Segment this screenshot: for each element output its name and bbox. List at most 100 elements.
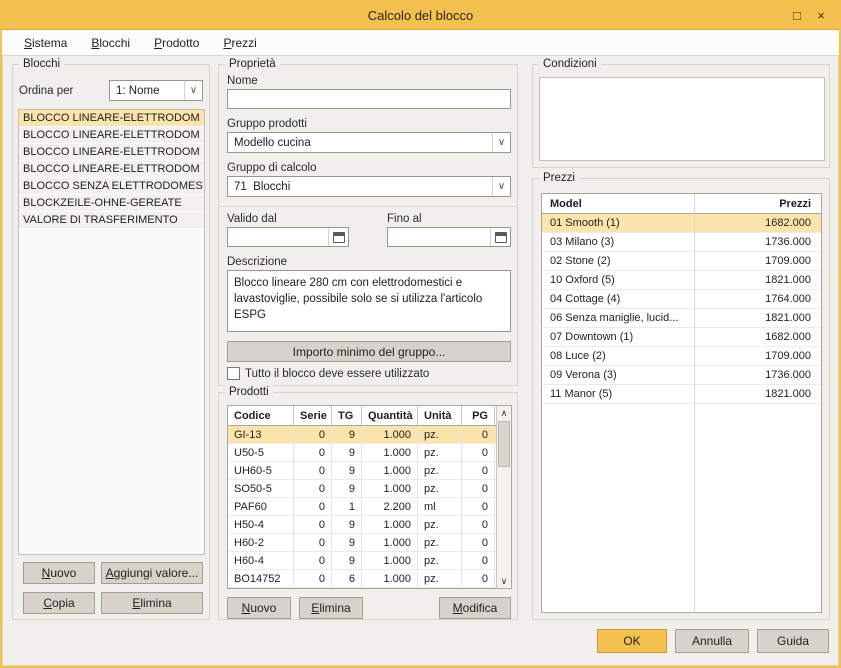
- chevron-down-icon: ∨: [492, 177, 510, 196]
- products-table: CodiceSerieTGQuantitàUnitàPG GI-13091.00…: [227, 405, 512, 589]
- delete-block-button[interactable]: Elimina: [101, 592, 203, 614]
- cancel-button[interactable]: Annulla: [675, 629, 749, 653]
- block-list-item[interactable]: BLOCKZEILE-OHNE-GEREATE: [19, 195, 204, 212]
- use-whole-block-label: Tutto il blocco deve essere utilizzato: [245, 368, 429, 380]
- products-column-header: Serie: [294, 406, 332, 425]
- order-by-value: 1: Nome: [110, 85, 184, 97]
- products-table-row[interactable]: H60-4091.000pz.0: [228, 552, 511, 570]
- description-label: Descrizione: [227, 256, 287, 268]
- copy-block-button[interactable]: Copia: [23, 592, 95, 614]
- valid-to-date-picker-button[interactable]: [490, 228, 510, 246]
- calc-group-label: Gruppo di calcolo: [227, 162, 317, 174]
- prices-table: ModelPrezzi 01 Smooth (1)1682.00003 Mila…: [541, 193, 822, 613]
- prices-table-row[interactable]: 09 Verona (3)1736.000: [542, 366, 821, 385]
- description-textarea[interactable]: Blocco lineare 280 cm con elettrodomesti…: [227, 270, 511, 332]
- blocks-list[interactable]: BLOCCO LINEARE-ELETTRODOMBLOCCO LINEARE-…: [18, 109, 205, 555]
- conditions-content[interactable]: [539, 77, 825, 161]
- block-list-item[interactable]: BLOCCO SENZA ELETTRODOMES: [19, 178, 204, 195]
- calc-group-select[interactable]: 71 Blocchi ∨: [227, 176, 511, 197]
- block-list-item[interactable]: VALORE DI TRASFERIMENTO: [19, 212, 204, 229]
- prices-table-header: ModelPrezzi: [542, 194, 821, 214]
- product-group-label: Gruppo prodotti: [227, 118, 307, 130]
- name-input[interactable]: [227, 89, 511, 109]
- product-group-value: Modello cucina: [228, 137, 492, 149]
- valid-from-date-picker-button[interactable]: [328, 228, 348, 246]
- products-column-header: Unità: [418, 406, 462, 425]
- valid-to-input[interactable]: [387, 227, 511, 247]
- products-table-row[interactable]: U50-5091.000pz.0: [228, 444, 511, 462]
- menu-item-label: Prezzi: [223, 36, 256, 50]
- properties-panel-title: Proprietà: [225, 57, 280, 71]
- window-title: Calcolo del blocco: [368, 8, 474, 23]
- prices-table-row[interactable]: 01 Smooth (1)1682.000: [542, 214, 821, 233]
- window-controls: □ ×: [785, 2, 833, 29]
- products-table-header: CodiceSerieTGQuantitàUnitàPG: [228, 406, 511, 426]
- menu-item-label: Blocchi: [91, 36, 130, 50]
- product-group-select[interactable]: Modello cucina ∨: [227, 132, 511, 153]
- valid-from-label: Valido dal: [227, 213, 277, 225]
- separator: [219, 206, 517, 207]
- dialog-window: Calcolo del blocco □ × Sistema Blocchi Pro…: [0, 0, 841, 668]
- menu-item-prodotto[interactable]: Prodotto: [142, 32, 211, 54]
- delete-product-button[interactable]: Elimina: [299, 597, 363, 619]
- conditions-panel-title: Condizioni: [539, 57, 601, 71]
- chevron-down-icon: ∨: [184, 81, 202, 100]
- new-product-button[interactable]: Nuovo: [227, 597, 291, 619]
- order-by-label: Ordina per: [19, 85, 73, 97]
- add-value-button[interactable]: Aggiungi valore...: [101, 562, 203, 584]
- order-by-select[interactable]: 1: Nome ∨: [109, 80, 203, 101]
- products-column-header: Quantità: [362, 406, 418, 425]
- close-icon[interactable]: ×: [809, 5, 833, 27]
- prices-panel-title: Prezzi: [539, 171, 579, 185]
- calc-group-value: 71 Blocchi: [228, 181, 492, 193]
- scrollbar-thumb[interactable]: [498, 421, 510, 467]
- products-scrollbar[interactable]: ∧ ∨: [496, 406, 511, 588]
- name-label: Nome: [227, 75, 258, 87]
- products-table-row[interactable]: H50-4091.000pz.0: [228, 516, 511, 534]
- scroll-up-icon[interactable]: ∧: [497, 406, 511, 420]
- block-list-item[interactable]: BLOCCO LINEARE-ELETTRODOM: [19, 110, 204, 127]
- prices-table-row[interactable]: 03 Milano (3)1736.000: [542, 233, 821, 252]
- menu-item-prezzi[interactable]: Prezzi: [211, 32, 268, 54]
- products-table-row[interactable]: UH60-5091.000pz.0: [228, 462, 511, 480]
- calendar-icon: [495, 232, 507, 243]
- prices-table-row[interactable]: 02 Stone (2)1709.000: [542, 252, 821, 271]
- products-table-row[interactable]: GI-13091.000pz.0: [228, 426, 511, 444]
- scrollbar-track[interactable]: [497, 420, 511, 574]
- products-table-row[interactable]: PAF60012.200ml0: [228, 498, 511, 516]
- prices-table-row[interactable]: 10 Oxford (5)1821.000: [542, 271, 821, 290]
- block-list-item[interactable]: BLOCCO LINEARE-ELETTRODOM: [19, 161, 204, 178]
- products-table-row[interactable]: H60-2091.000pz.0: [228, 534, 511, 552]
- minimum-group-amount-button[interactable]: Importo minimo del gruppo...: [227, 341, 511, 362]
- block-list-item[interactable]: BLOCCO LINEARE-ELETTRODOM: [19, 144, 204, 161]
- prices-table-row[interactable]: 08 Luce (2)1709.000: [542, 347, 821, 366]
- products-table-row[interactable]: SO50-5091.000pz.0: [228, 480, 511, 498]
- maximize-icon[interactable]: □: [785, 5, 809, 27]
- new-block-button[interactable]: Nuovo: [23, 562, 95, 584]
- prices-table-row[interactable]: 04 Cottage (4)1764.000: [542, 290, 821, 309]
- products-column-header: PG: [462, 406, 495, 425]
- menu-item-sistema[interactable]: Sistema: [12, 32, 79, 54]
- prices-table-row[interactable]: 11 Manor (5)1821.000: [542, 385, 821, 404]
- chevron-down-icon: ∨: [492, 133, 510, 152]
- products-column-header: Codice: [228, 406, 294, 425]
- block-list-item[interactable]: BLOCCO LINEARE-ELETTRODOM: [19, 127, 204, 144]
- prices-panel: Prezzi ModelPrezzi 01 Smooth (1)1682.000…: [532, 178, 830, 620]
- scroll-down-icon[interactable]: ∨: [497, 574, 511, 588]
- blocks-panel-title: Blocchi: [19, 57, 64, 71]
- titlebar[interactable]: Calcolo del blocco □ ×: [2, 2, 839, 30]
- prices-table-row[interactable]: 07 Downtown (1)1682.000: [542, 328, 821, 347]
- prices-table-row[interactable]: 06 Senza maniglie, lucid...1821.000: [542, 309, 821, 328]
- use-whole-block-checkbox[interactable]: [227, 367, 240, 380]
- help-button[interactable]: Guida: [757, 629, 829, 653]
- menu-item-label: Prodotto: [154, 36, 199, 50]
- ok-button[interactable]: OK: [597, 629, 667, 653]
- valid-to-label: Fino al: [387, 213, 422, 225]
- edit-product-button[interactable]: Modifica: [439, 597, 511, 619]
- products-table-row[interactable]: BO14752061.000pz.0: [228, 570, 511, 588]
- calendar-icon: [333, 232, 345, 243]
- valid-from-input[interactable]: [227, 227, 349, 247]
- menu-item-label: Sistema: [24, 36, 67, 50]
- menubar: Sistema Blocchi Prodotto Prezzi: [2, 30, 839, 56]
- menu-item-blocchi[interactable]: Blocchi: [79, 32, 142, 54]
